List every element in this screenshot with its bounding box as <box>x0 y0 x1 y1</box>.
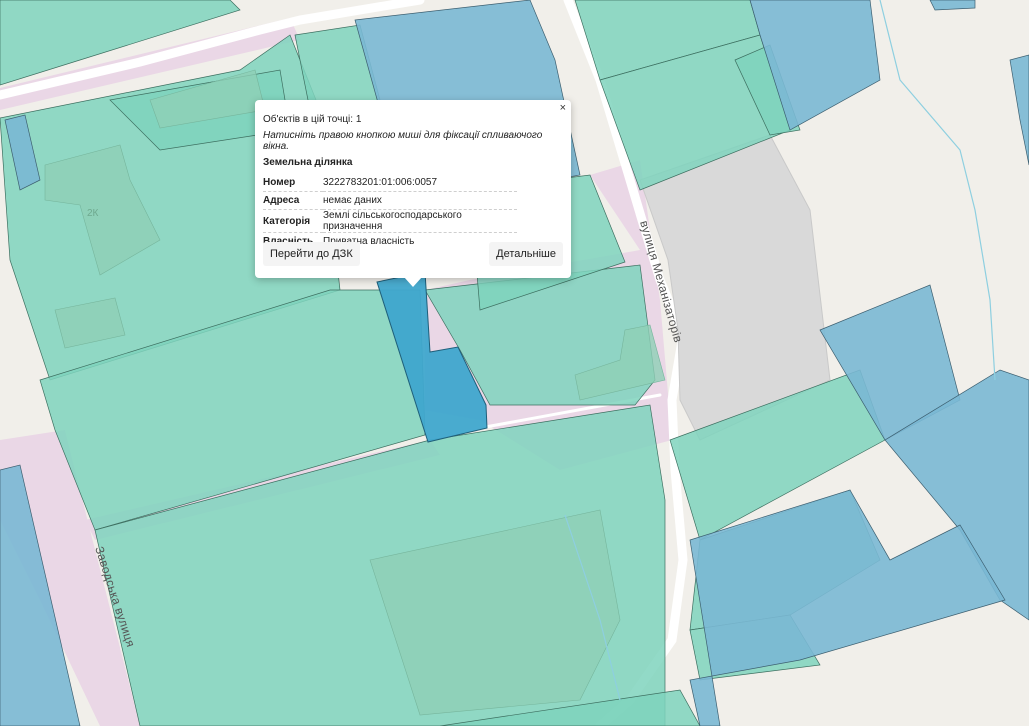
go-to-dzk-button[interactable]: Перейти до ДЗК <box>263 242 360 266</box>
attr-key: Категорія <box>263 209 323 233</box>
attr-key: Номер <box>263 174 323 192</box>
popup-hint: Натисніть правою кнопкою миші для фіксац… <box>263 130 543 152</box>
table-row: Категорія Землі сільськогосподарського п… <box>263 209 517 233</box>
table-row: Адреса немає даних <box>263 191 517 210</box>
attr-value: 3222783201:01:006:0057 <box>323 174 517 192</box>
objects-count: Об'єктів в цій точці: 1 <box>263 114 362 125</box>
building-label-2k: 2К <box>87 208 99 219</box>
parcel-attributes-table: Номер 3222783201:01:006:0057 Адреса нема… <box>263 174 517 250</box>
table-row: Номер 3222783201:01:006:0057 <box>263 174 517 192</box>
section-title: Земельна ділянка <box>263 157 353 168</box>
close-icon[interactable]: × <box>560 103 566 114</box>
attr-value: немає даних <box>323 191 517 210</box>
attr-key: Адреса <box>263 191 323 210</box>
details-button[interactable]: Детальніше <box>489 242 563 266</box>
parcel-info-popup: × Об'єктів в цій точці: 1 Натисніть прав… <box>255 100 571 287</box>
attr-value: Землі сільськогосподарського призначення <box>323 209 517 233</box>
popup-pointer <box>404 277 422 287</box>
